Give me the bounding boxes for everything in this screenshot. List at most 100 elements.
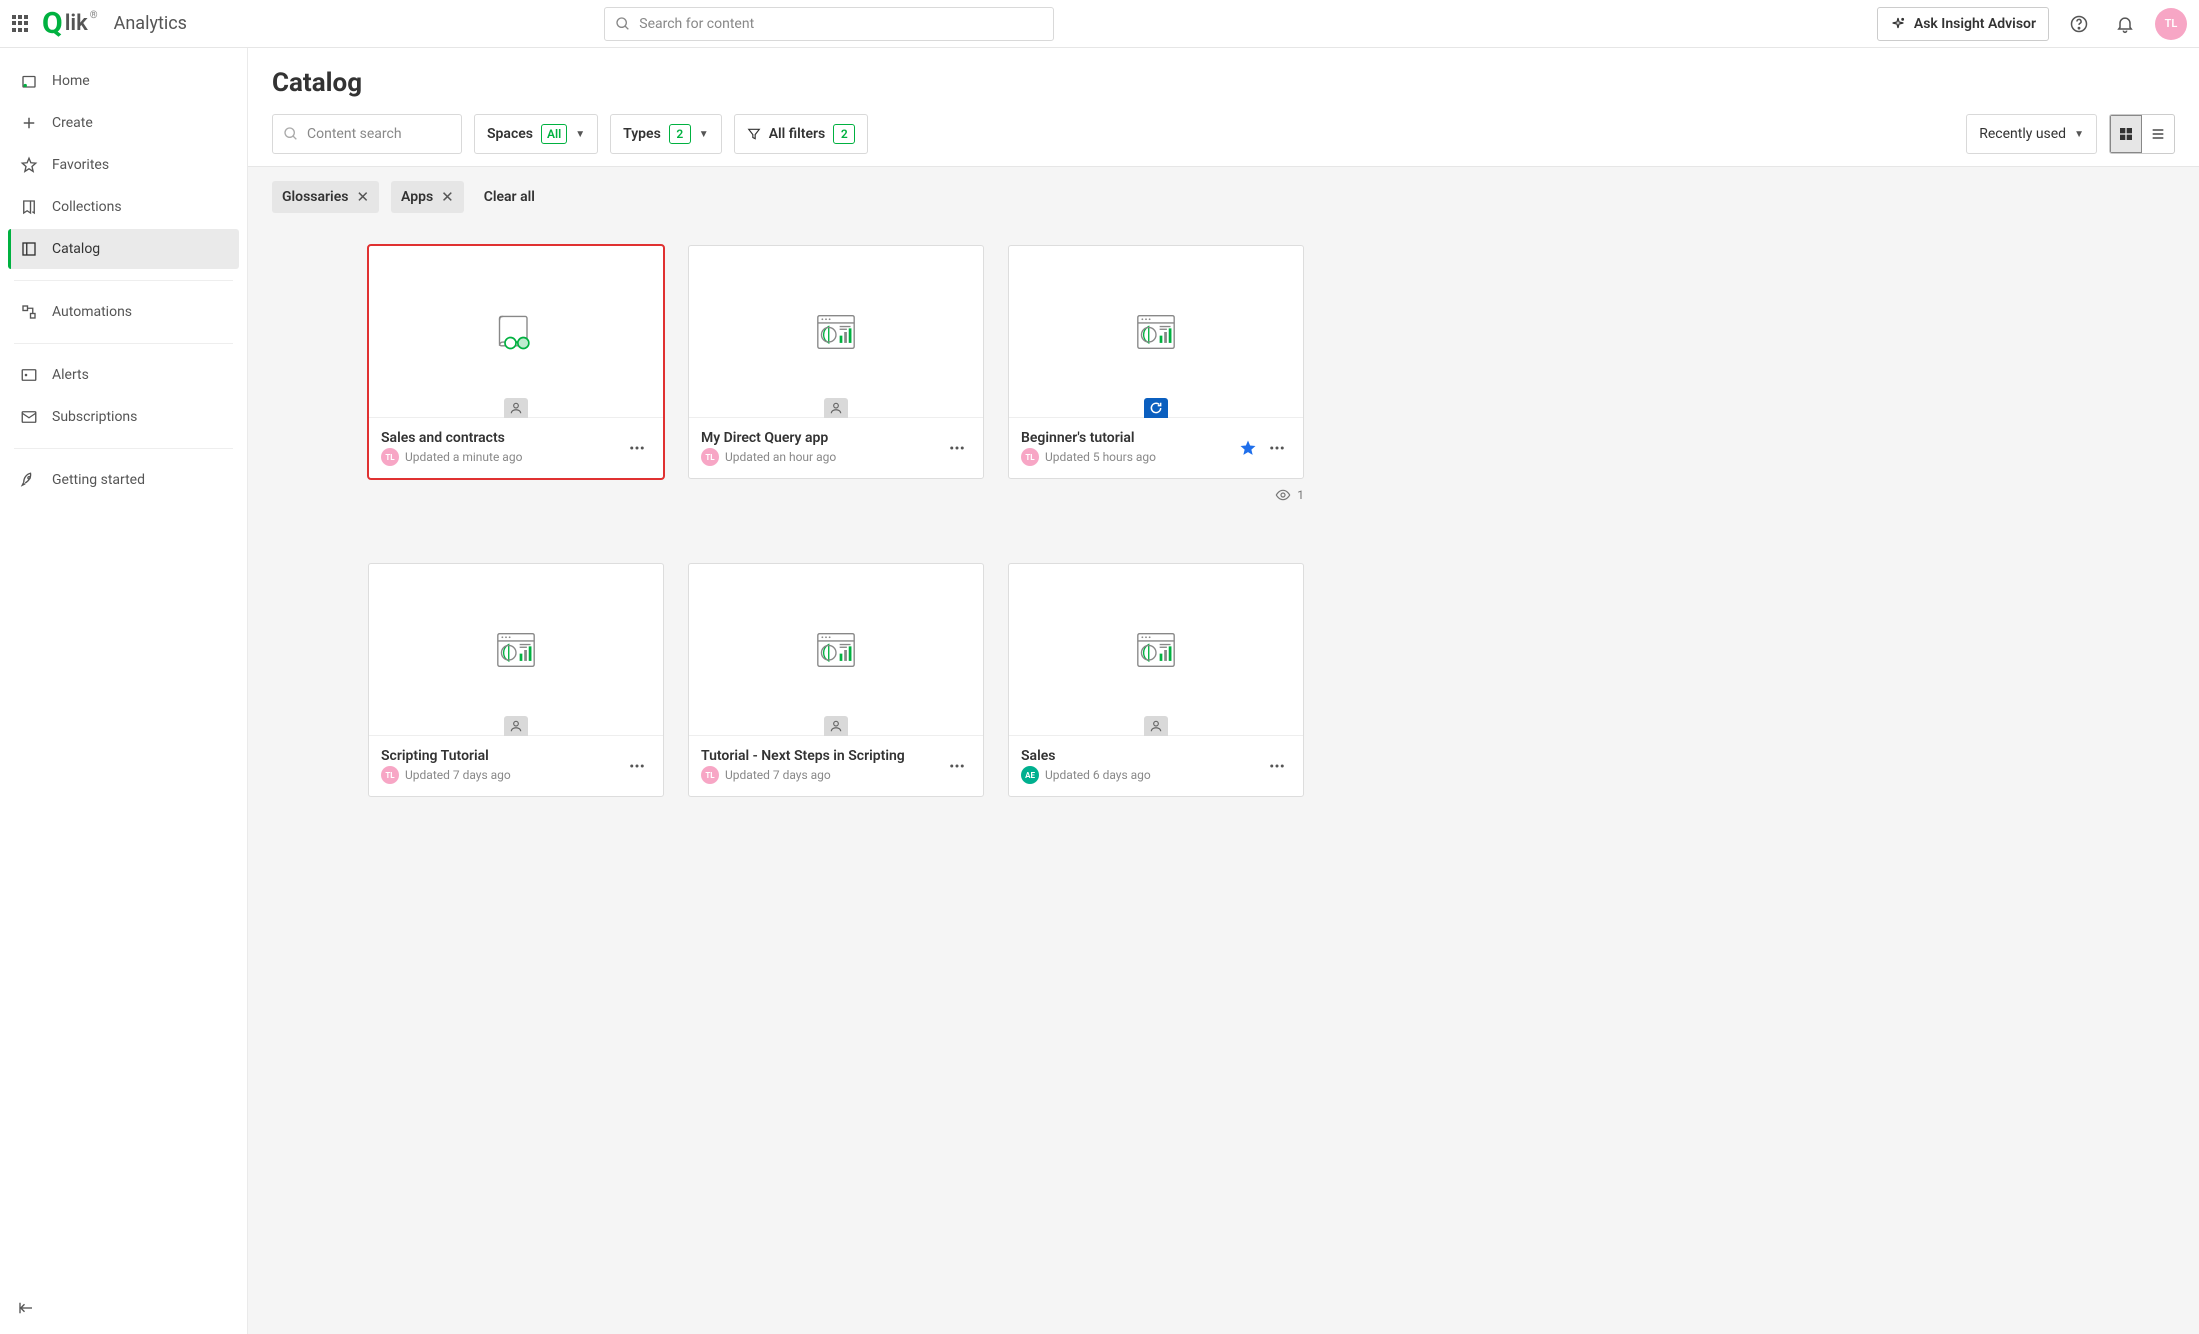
- sidebar-item-home[interactable]: Home: [8, 61, 239, 101]
- bookmark-icon: [20, 198, 38, 216]
- close-icon[interactable]: ✕: [356, 188, 369, 206]
- sidebar-item-create[interactable]: Create: [8, 103, 239, 143]
- home-icon: [20, 72, 38, 90]
- app-thumb-icon: [816, 631, 856, 669]
- sidebar-separator: [14, 448, 233, 449]
- more-icon: [628, 439, 646, 457]
- card-preview: [369, 246, 663, 418]
- card-meta: Sales and contractsTLUpdated a minute ag…: [381, 430, 615, 466]
- app-thumb-icon: [1136, 313, 1176, 351]
- sidebar-item-catalog[interactable]: Catalog: [8, 229, 239, 269]
- sidebar-item-getting-started[interactable]: Getting started: [8, 460, 239, 500]
- favorite-star-icon[interactable]: [1239, 439, 1257, 457]
- card-updated: Updated 7 days ago: [405, 768, 511, 782]
- qlik-logo-text: lik: [65, 11, 88, 36]
- automations-icon: [20, 303, 38, 321]
- card-wrap: SalesAEUpdated 6 days ago: [1008, 563, 1304, 797]
- sidebar-item-collections[interactable]: Collections: [8, 187, 239, 227]
- card-meta: Scripting TutorialTLUpdated 7 days ago: [381, 748, 615, 784]
- alerts-icon: [20, 366, 38, 384]
- card-wrap: Tutorial - Next Steps in ScriptingTLUpda…: [688, 563, 984, 797]
- sidebar-item-label: Catalog: [52, 241, 100, 257]
- chip-glossaries[interactable]: Glossaries ✕: [272, 181, 379, 213]
- catalog-card[interactable]: My Direct Query appTLUpdated an hour ago: [688, 245, 984, 479]
- card-subtitle: TLUpdated 5 hours ago: [1021, 448, 1231, 466]
- catalog-card[interactable]: Beginner's tutorial TLUpdated 5 hours ago: [1008, 245, 1304, 479]
- card-wrap: Scripting TutorialTLUpdated 7 days ago: [368, 563, 664, 797]
- reload-badge: [1144, 398, 1168, 418]
- filter-icon: [747, 127, 761, 141]
- card-more-button[interactable]: [943, 434, 971, 462]
- qlik-logo-registered: ®: [90, 10, 98, 21]
- grid-view-button[interactable]: [2110, 115, 2142, 153]
- personal-space-badge: [824, 716, 848, 736]
- card-title: Beginner's tutorial: [1021, 430, 1231, 446]
- chip-apps[interactable]: Apps ✕: [391, 181, 464, 213]
- sidebar-separator: [14, 343, 233, 344]
- close-icon[interactable]: ✕: [441, 188, 454, 206]
- qlik-logo[interactable]: Qlik®: [42, 6, 98, 41]
- card-updated: Updated 7 days ago: [725, 768, 831, 782]
- types-filter[interactable]: Types 2 ▼: [610, 114, 722, 154]
- view-toggle: [2109, 114, 2175, 154]
- catalog-icon: [20, 240, 38, 258]
- catalog-card[interactable]: Sales and contractsTLUpdated a minute ag…: [368, 245, 664, 479]
- content-search[interactable]: Content search: [272, 114, 462, 154]
- personal-space-badge: [1144, 716, 1168, 736]
- all-filters[interactable]: All filters 2: [734, 114, 869, 154]
- cards-grid: Sales and contractsTLUpdated a minute ag…: [248, 221, 2199, 1334]
- help-icon: [2069, 14, 2089, 34]
- notifications-button[interactable]: [2109, 8, 2141, 40]
- card-subtitle: TLUpdated 7 days ago: [381, 766, 615, 784]
- types-filter-label: Types: [623, 126, 661, 142]
- collapse-sidebar-button[interactable]: [12, 1294, 40, 1322]
- card-actions: [623, 752, 651, 780]
- sort-dropdown[interactable]: Recently used ▼: [1966, 114, 2097, 154]
- chevron-down-icon: ▼: [2074, 129, 2084, 140]
- card-wrap: My Direct Query appTLUpdated an hour ago: [688, 245, 984, 503]
- clear-all-filters[interactable]: Clear all: [476, 189, 543, 205]
- card-more-button[interactable]: [1263, 752, 1291, 780]
- section-label: Analytics: [114, 13, 187, 34]
- catalog-card[interactable]: SalesAEUpdated 6 days ago: [1008, 563, 1304, 797]
- sidebar-item-subscriptions[interactable]: Subscriptions: [8, 397, 239, 437]
- main-content: Catalog Content search Spaces All ▼ Type…: [248, 48, 2199, 1334]
- global-search[interactable]: Search for content: [604, 7, 1054, 41]
- chip-label: Glossaries: [282, 189, 348, 205]
- view-count: 1: [1008, 487, 1304, 503]
- chevron-down-icon: ▼: [575, 129, 585, 140]
- mail-icon: [20, 408, 38, 426]
- card-preview: [369, 564, 663, 736]
- ask-insight-advisor-button[interactable]: Ask Insight Advisor: [1877, 7, 2049, 41]
- card-more-button[interactable]: [1263, 434, 1291, 462]
- glossary-thumb-icon: [494, 312, 538, 352]
- catalog-card[interactable]: Scripting TutorialTLUpdated 7 days ago: [368, 563, 664, 797]
- sidebar-item-favorites[interactable]: Favorites: [8, 145, 239, 185]
- user-avatar[interactable]: TL: [2155, 8, 2187, 40]
- card-more-button[interactable]: [943, 752, 971, 780]
- all-filters-badge: 2: [833, 124, 855, 144]
- card-more-button[interactable]: [623, 752, 651, 780]
- owner-avatar: AE: [1021, 766, 1039, 784]
- sidebar-item-label: Collections: [52, 199, 122, 215]
- sidebar-item-automations[interactable]: Automations: [8, 292, 239, 332]
- list-view-button[interactable]: [2142, 115, 2174, 153]
- card-actions: [943, 434, 971, 462]
- spaces-filter[interactable]: Spaces All ▼: [474, 114, 598, 154]
- card-actions: [1239, 434, 1291, 462]
- catalog-card[interactable]: Tutorial - Next Steps in ScriptingTLUpda…: [688, 563, 984, 797]
- card-footer: Scripting TutorialTLUpdated 7 days ago: [369, 736, 663, 796]
- card-wrap: Beginner's tutorial TLUpdated 5 hours ago…: [1008, 245, 1304, 503]
- person-icon: [1149, 719, 1163, 733]
- card-footer: Beginner's tutorial TLUpdated 5 hours ago: [1009, 418, 1303, 478]
- chip-label: Apps: [401, 189, 433, 205]
- card-more-button[interactable]: [623, 434, 651, 462]
- card-meta: Beginner's tutorial TLUpdated 5 hours ago: [1021, 430, 1231, 466]
- app-launcher-icon[interactable]: [12, 15, 30, 33]
- card-actions: [943, 752, 971, 780]
- sidebar: Home Create Favorites Collections Catalo…: [0, 48, 248, 1334]
- card-preview: [689, 246, 983, 418]
- sidebar-item-alerts[interactable]: Alerts: [8, 355, 239, 395]
- star-icon: [20, 156, 38, 174]
- help-button[interactable]: [2063, 8, 2095, 40]
